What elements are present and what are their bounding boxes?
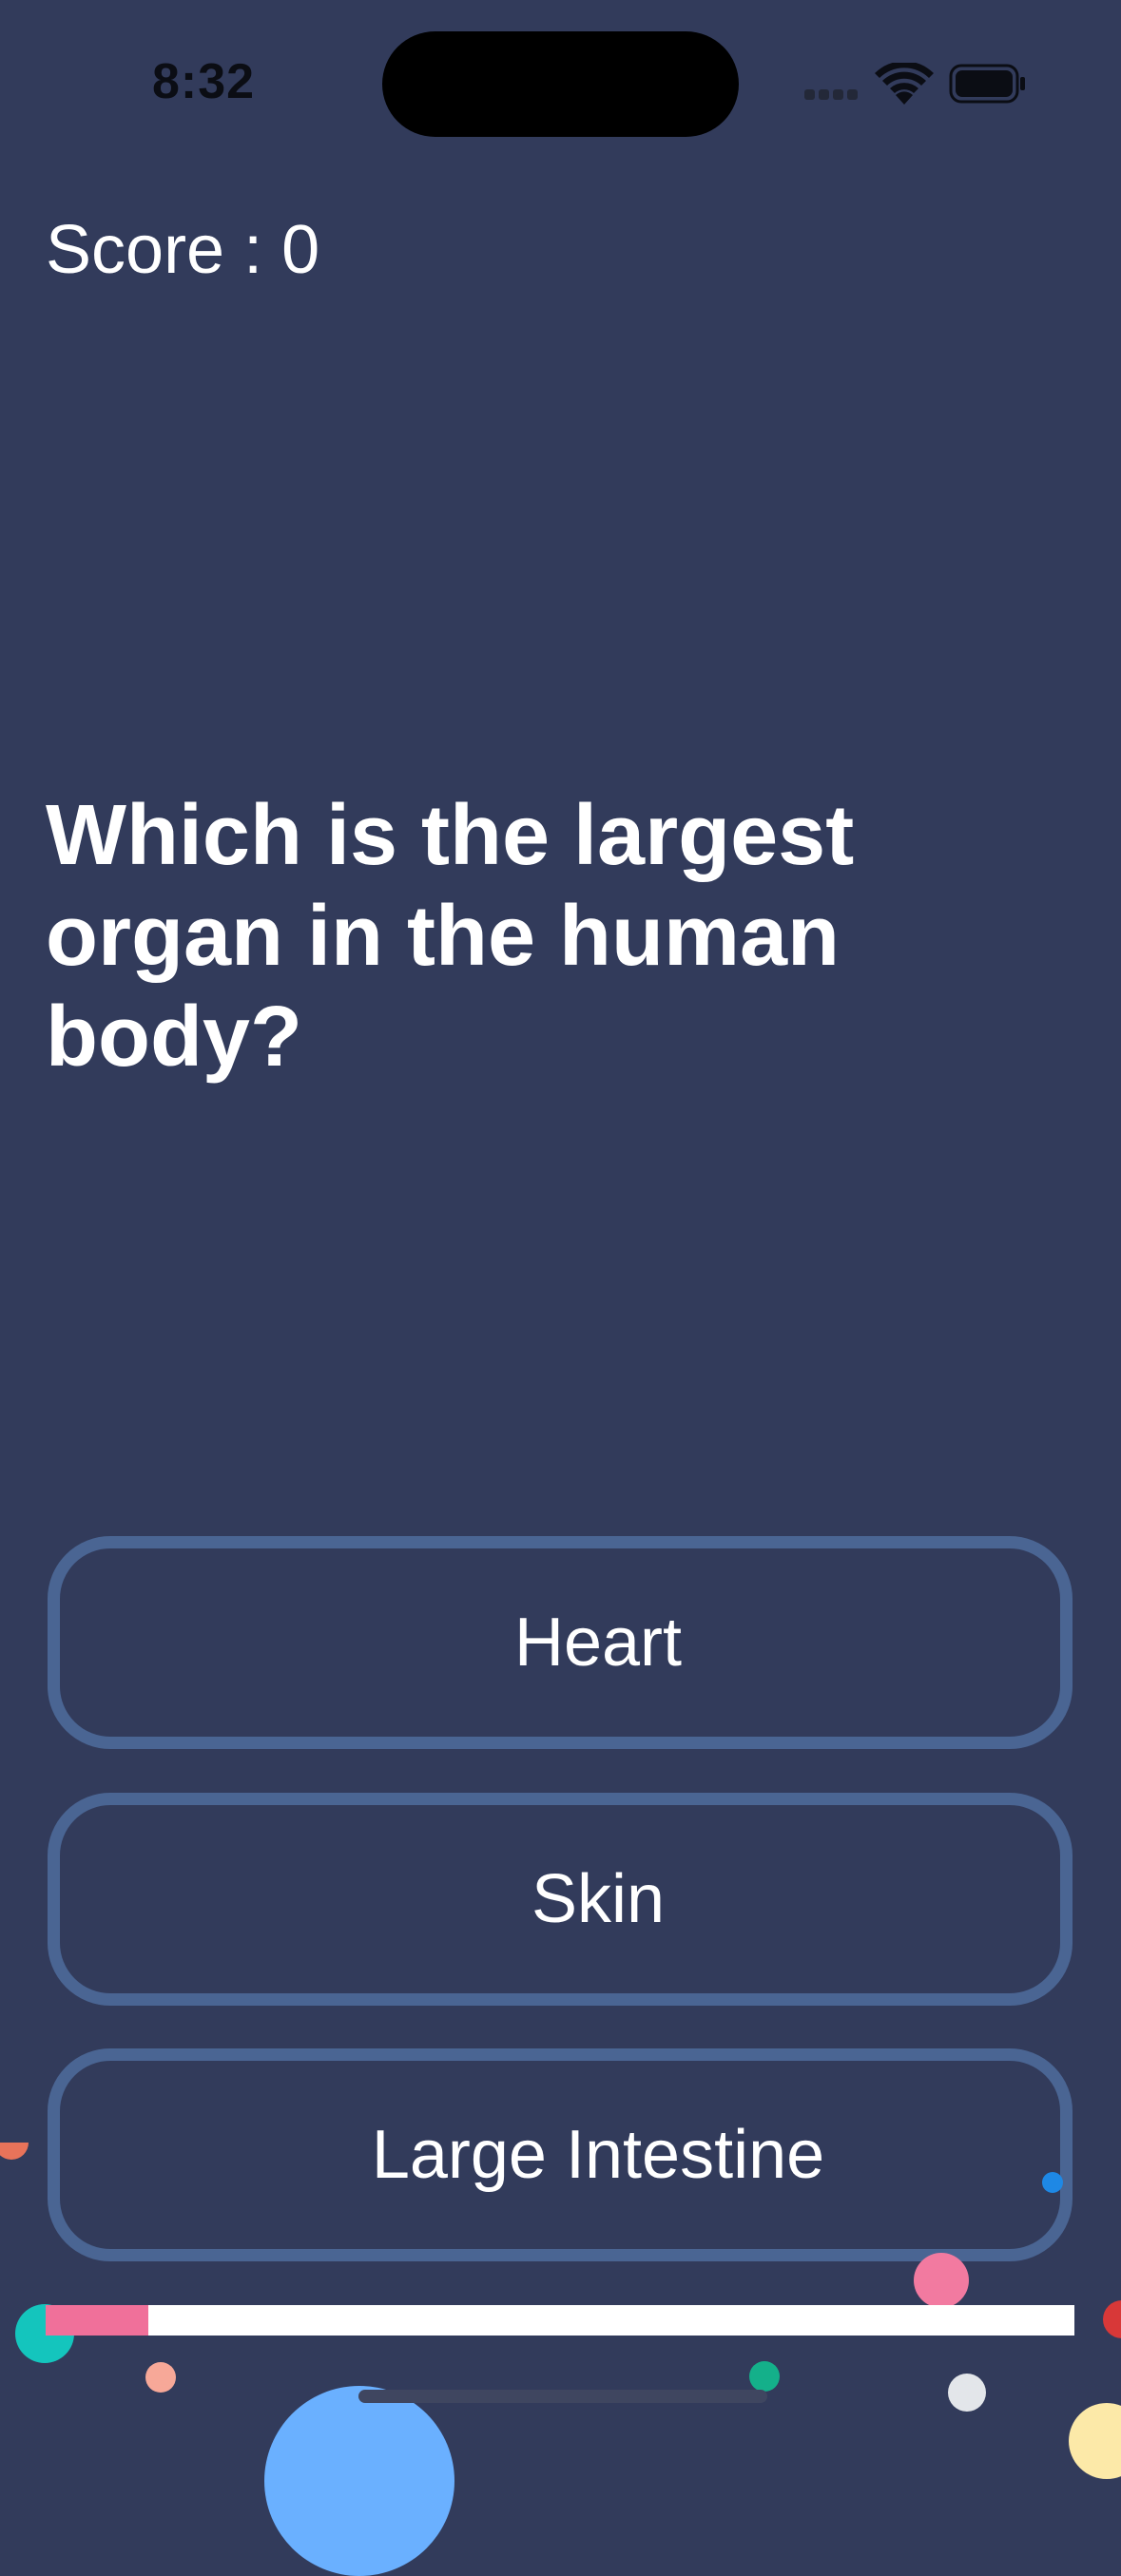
- dynamic-island: [382, 31, 739, 137]
- answer-button-skin[interactable]: Skin: [48, 1793, 1073, 2006]
- answer-label: Large Intestine: [371, 2117, 825, 2193]
- status-time: 8:32: [152, 54, 256, 109]
- progress-fill: [46, 2305, 149, 2336]
- answer-button-large-intestine[interactable]: Large Intestine: [48, 2048, 1073, 2261]
- confetti-dot: [1042, 2172, 1063, 2193]
- answer-button-heart[interactable]: Heart: [48, 1536, 1073, 1749]
- confetti-dot: [749, 2361, 780, 2392]
- confetti-dot: [948, 2374, 986, 2412]
- answer-label: Heart: [513, 1605, 683, 1681]
- confetti-dot: [0, 2143, 29, 2160]
- question-text: Which is the largest organ in the human …: [46, 788, 855, 1085]
- confetti-dot: [914, 2253, 969, 2308]
- answer-label: Skin: [531, 1861, 666, 1937]
- confetti-dot: [145, 2362, 176, 2393]
- progress-bar: [46, 2305, 1074, 2336]
- confetti-dot: [1103, 2300, 1121, 2338]
- cellular-signal-icon: [804, 87, 863, 101]
- wifi-icon: [875, 61, 934, 106]
- home-indicator: [358, 2390, 767, 2403]
- confetti-dot: [264, 2386, 454, 2576]
- battery-icon: [949, 64, 1027, 104]
- score-label: Score : 0: [46, 212, 320, 288]
- confetti-dot: [1069, 2403, 1121, 2479]
